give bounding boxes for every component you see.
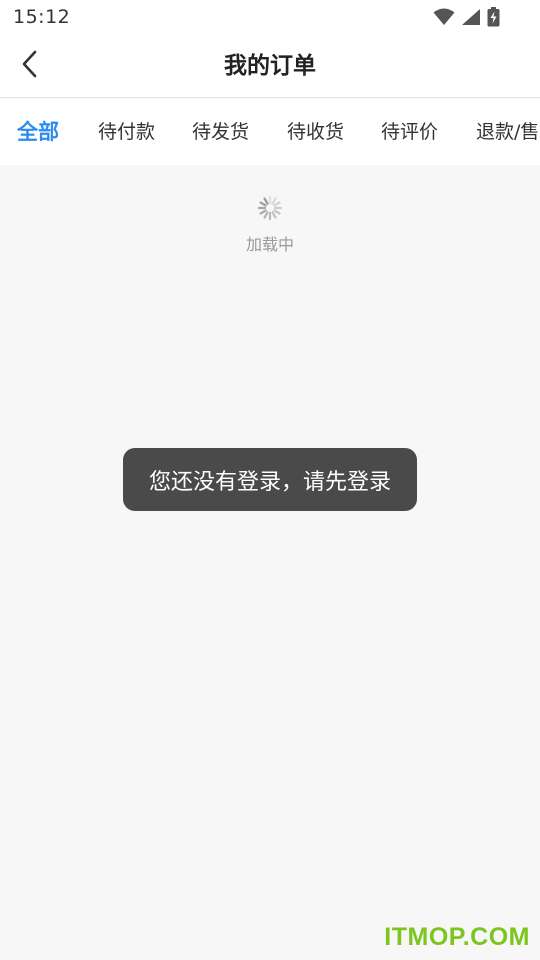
status-icons — [433, 7, 500, 27]
tab-refund-aftersales[interactable]: 退款/售后 — [476, 99, 540, 165]
login-toast: 您还没有登录，请先登录 — [123, 448, 417, 511]
spinner-spoke — [271, 197, 277, 205]
spinner-icon — [257, 195, 283, 225]
tab-pending-shipment[interactable]: 待发货 — [192, 99, 249, 165]
spinner-spoke — [273, 209, 281, 215]
order-status-tabs: 全部 待付款 待发货 待收货 待评价 退款/售后 — [0, 99, 540, 165]
battery-charging-icon — [487, 7, 500, 27]
toast-message: 您还没有登录，请先登录 — [148, 469, 391, 495]
wifi-icon — [433, 8, 455, 26]
watermark: ITMOP.COM — [384, 923, 530, 951]
status-bar: 15:12 — [0, 0, 540, 34]
tab-pending-receipt[interactable]: 待收货 — [287, 99, 344, 165]
tab-pending-review[interactable]: 待评价 — [381, 99, 438, 165]
spinner-spoke — [271, 211, 277, 219]
tab-all[interactable]: 全部 — [17, 99, 59, 165]
spinner-spoke — [263, 211, 269, 219]
cellular-signal-icon — [461, 8, 481, 26]
page-title: 我的订单 — [224, 53, 316, 79]
back-button[interactable] — [10, 46, 50, 86]
status-time: 15:12 — [13, 6, 71, 28]
loading-indicator: 加载中 — [0, 195, 540, 255]
spinner-spoke — [263, 197, 269, 205]
order-page: 15:12 我的订单 全部 待付款 待发货 待收货 待评价 退款/售 加载中 您… — [0, 0, 540, 960]
nav-header: 我的订单 — [0, 34, 540, 98]
loading-text: 加载中 — [245, 235, 294, 254]
chevron-left-icon — [20, 50, 40, 82]
tab-pending-payment[interactable]: 待付款 — [98, 99, 155, 165]
order-list-area[interactable]: 加载中 — [0, 165, 540, 960]
spinner-spoke — [273, 201, 281, 207]
spinner-spoke — [259, 201, 267, 207]
spinner-spoke — [259, 209, 267, 215]
